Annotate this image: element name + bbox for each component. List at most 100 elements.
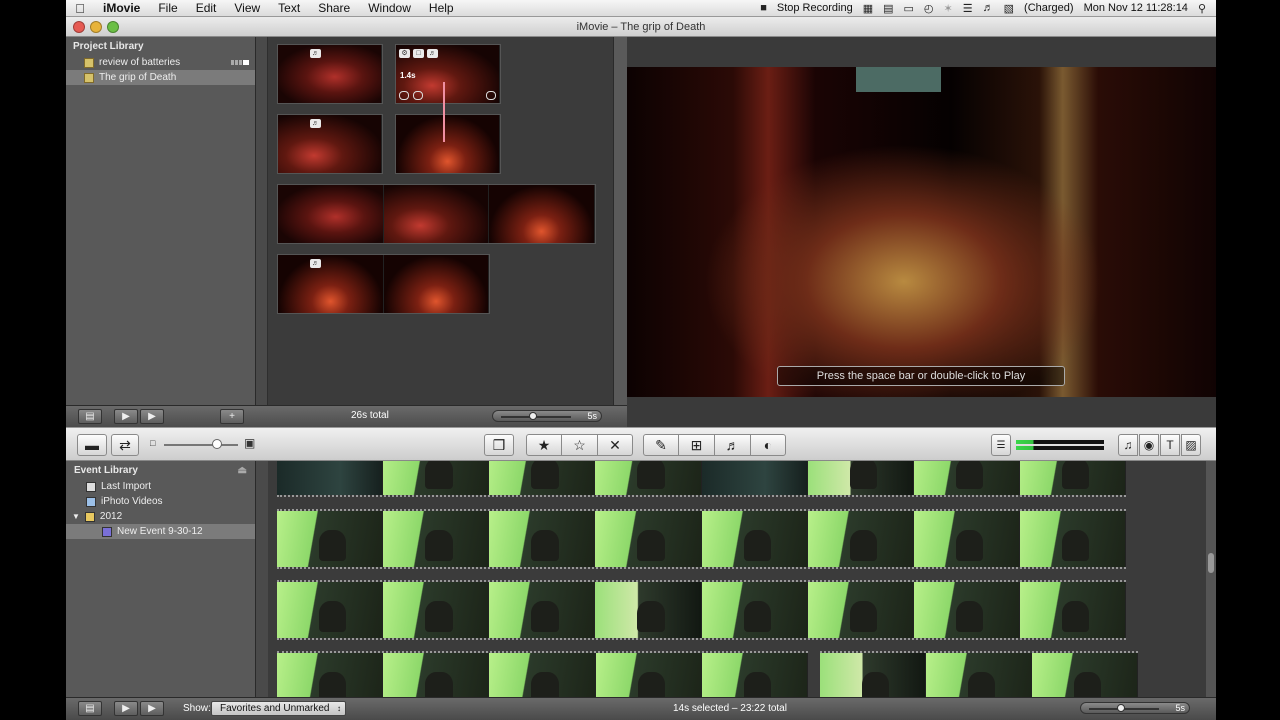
menu-edit[interactable]: Edit (187, 1, 226, 15)
new-project-button[interactable]: + (220, 409, 244, 424)
clip-in-icon[interactable] (399, 91, 409, 100)
project-item-the-grip-of-death[interactable]: The grip of Death (66, 70, 255, 85)
titles-browser-button[interactable]: T (1160, 434, 1180, 456)
favorite-button[interactable]: ★ (526, 434, 562, 456)
event-frame (277, 461, 384, 495)
crop-icon[interactable]: □ (413, 49, 424, 58)
viewer[interactable]: Press the space bar or double-click to P… (627, 37, 1216, 427)
event-item-new-event[interactable]: New Event 9-30-12 (66, 524, 255, 539)
person (1061, 601, 1090, 632)
spotlight-icon[interactable]: ⚲ (1198, 2, 1206, 15)
clip-frame: ♬ (278, 115, 382, 173)
swap-events-projects-button[interactable]: ⇄ (111, 434, 139, 456)
battery-status[interactable]: (Charged) (1024, 2, 1074, 14)
project-item-review-of-batteries[interactable]: review of batteries (66, 55, 255, 70)
play-button[interactable]: ▶ (140, 409, 164, 424)
close-window-button[interactable] (73, 20, 85, 33)
event-frame (489, 511, 596, 567)
event-play-button[interactable]: ▶ (140, 701, 164, 716)
event-list-toggle-button[interactable]: ▤ (78, 701, 102, 716)
unmark-button[interactable]: ☆ (561, 434, 598, 456)
apple-icon[interactable]:  (66, 1, 94, 16)
thumbnail-size-knob[interactable] (212, 439, 222, 449)
event-item-2012[interactable]: ▼ 2012 (66, 509, 255, 524)
bluetooth-icon[interactable]: ✶ (944, 2, 953, 15)
project-scrollbar[interactable] (613, 37, 627, 405)
event-item-last-import[interactable]: Last Import (66, 479, 255, 494)
transitions-browser-button[interactable]: ▨ (1181, 434, 1201, 456)
eject-icon[interactable]: ⏏ (238, 465, 247, 476)
inspector-button[interactable]: ◐ (750, 434, 786, 456)
event-frame (1019, 582, 1126, 638)
event-clip[interactable] (277, 509, 1126, 569)
person (425, 601, 453, 632)
project-zoom-slider[interactable]: 5s (492, 410, 602, 422)
volume-icon[interactable]: ♬ (983, 2, 994, 14)
project-clip[interactable] (395, 114, 501, 174)
clip-settings-icon[interactable] (413, 91, 423, 100)
event-clip[interactable] (820, 651, 1138, 697)
disclosure-triangle-icon[interactable]: ▼ (72, 512, 80, 521)
project-clip[interactable]: ♬ (277, 44, 383, 104)
photo-browser-button[interactable]: ◉ (1139, 434, 1159, 456)
menu-file[interactable]: File (149, 1, 186, 15)
audio-icon: ♬ (310, 119, 321, 128)
zoom-window-button[interactable] (107, 20, 119, 33)
stop-recording-label[interactable]: Stop Recording (777, 2, 853, 14)
library-toggle-button[interactable]: ▤ (78, 409, 102, 424)
add-to-project-button[interactable]: ❒ (484, 434, 514, 456)
zoom-knob[interactable] (529, 412, 537, 420)
project-clip[interactable]: ♬ (277, 254, 490, 314)
menu-app[interactable]: iMovie (94, 1, 149, 15)
video-preview[interactable]: Press the space bar or double-click to P… (627, 67, 1216, 397)
play-fullscreen-button[interactable]: ▶ (114, 409, 138, 424)
project-status-badge (231, 60, 249, 65)
event-clip[interactable] (277, 461, 1126, 497)
minimize-window-button[interactable] (90, 20, 102, 33)
show-filter-select[interactable]: Favorites and Unmarked ↕ (211, 701, 346, 716)
project-divider[interactable] (256, 37, 268, 405)
menu-window[interactable]: Window (359, 1, 420, 15)
clip-out-icon[interactable] (486, 91, 496, 100)
audio-tool-button[interactable]: ♬ (714, 434, 751, 456)
battery-icon[interactable]: ▧ (1004, 2, 1014, 15)
wifi-icon[interactable]: ☰ (963, 2, 973, 15)
time-machine-icon[interactable]: ◴ (924, 2, 934, 15)
event-zoom-slider[interactable]: 5s (1080, 702, 1190, 714)
project-clip[interactable]: ♬ (277, 114, 383, 174)
camera-import-button[interactable]: ▬ (77, 434, 107, 456)
skimmer-playhead[interactable] (443, 82, 445, 142)
person (531, 461, 559, 489)
event-item-iphoto-videos[interactable]: iPhoto Videos (66, 494, 255, 509)
clock[interactable]: Mon Nov 12 11:28:14 (1084, 2, 1188, 14)
audio-icon: ♬ (310, 259, 321, 268)
event-scrollbar[interactable] (1206, 461, 1216, 697)
project-clip-selected[interactable]: ⚙ □ ♬ 1.4s (395, 44, 501, 104)
menu-help[interactable]: Help (420, 1, 463, 15)
menu-share[interactable]: Share (309, 1, 359, 15)
menu-text[interactable]: Text (269, 1, 309, 15)
audio-skimming-button[interactable]: ☰ (991, 434, 1011, 456)
event-clip[interactable] (277, 651, 809, 697)
event-divider[interactable] (256, 461, 268, 697)
gear-icon[interactable]: ⚙ (399, 49, 410, 58)
event-frame (383, 511, 490, 567)
display-icon[interactable]: ▭ (904, 2, 914, 15)
menu-view[interactable]: View (225, 1, 269, 15)
zoom-knob[interactable] (1117, 704, 1125, 712)
event-scroll-thumb[interactable] (1208, 553, 1214, 573)
person (637, 461, 665, 489)
reject-button[interactable]: ✕ (597, 434, 633, 456)
grid-icon[interactable]: ▦ (863, 2, 873, 15)
stop-recording-icon[interactable]: ■ (760, 2, 767, 14)
keyword-tool-button[interactable]: ✎ (643, 434, 679, 456)
event-clip[interactable] (277, 580, 1126, 640)
project-clip[interactable] (277, 184, 596, 244)
audio-icon[interactable]: ♬ (427, 49, 438, 58)
event-play-fullscreen-button[interactable]: ▶ (114, 701, 138, 716)
audio-meter (1016, 439, 1110, 451)
crop-tool-button[interactable]: ⊞ (678, 434, 715, 456)
clipboard-icon[interactable]: ▤ (883, 2, 893, 15)
select-arrows-icon: ↕ (337, 704, 341, 713)
music-browser-button[interactable]: ♫ (1118, 434, 1138, 456)
